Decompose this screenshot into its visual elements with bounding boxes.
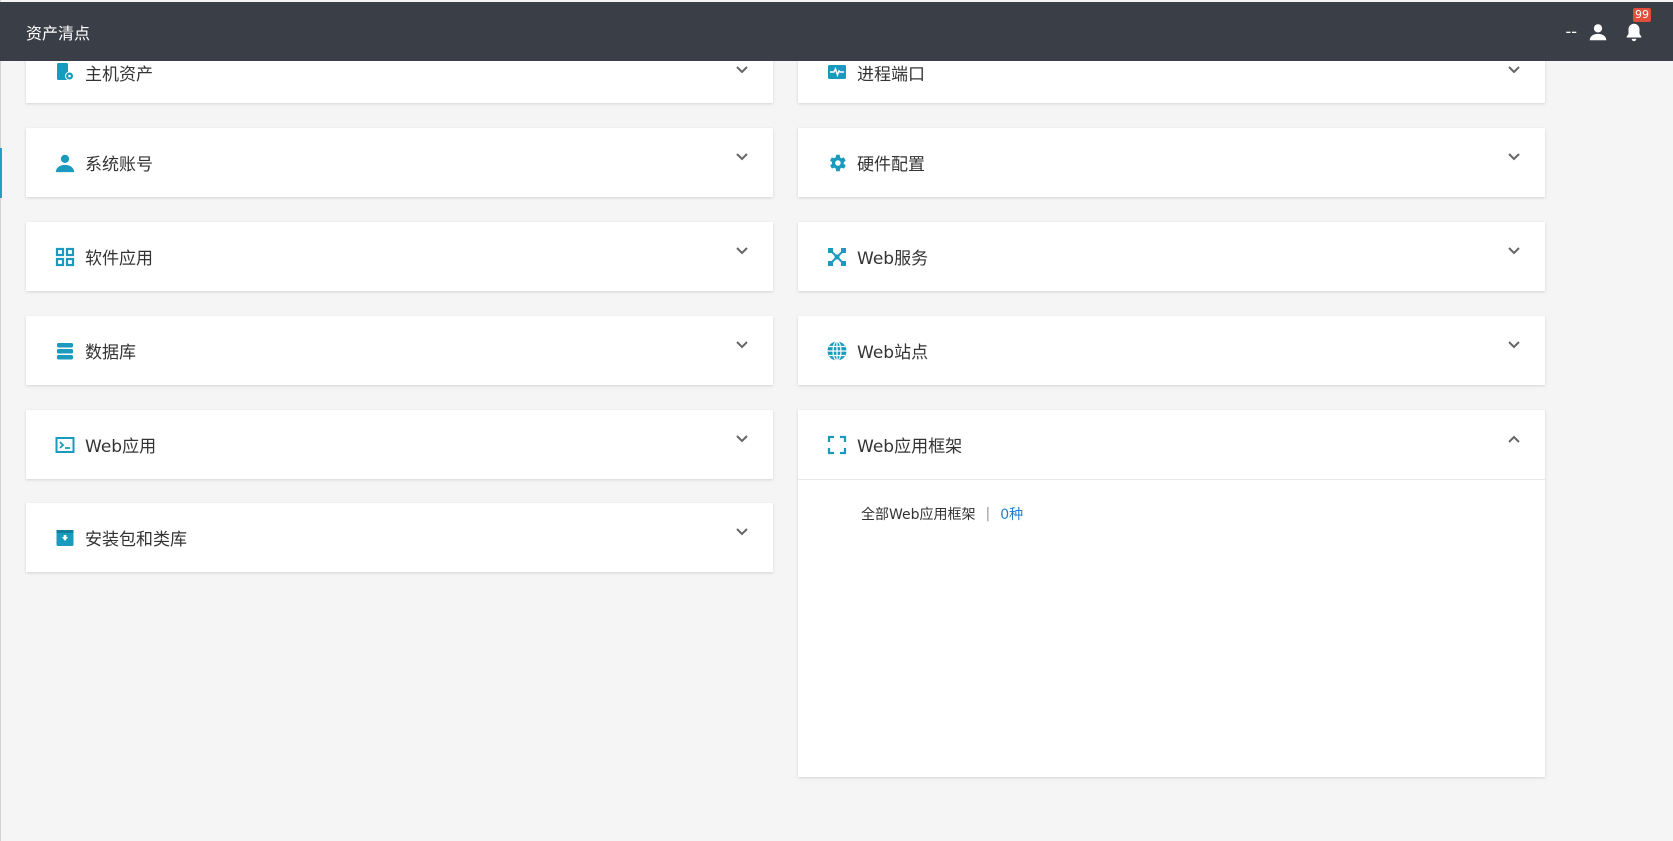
card-label: 安装包和类库	[85, 530, 187, 550]
card-software-apps[interactable]: 软件应用	[26, 222, 773, 291]
card-label: Web应用框架	[857, 437, 963, 457]
card-label: Web站点	[857, 343, 929, 363]
left-border	[0, 0, 1, 841]
notification-bell[interactable]: 99	[1623, 7, 1651, 43]
network-icon	[826, 246, 848, 268]
framework-summary: 全部Web应用框架 | 0种	[798, 480, 1545, 524]
card-web-apps[interactable]: Web应用	[26, 410, 773, 479]
card-label: 主机资产	[85, 64, 153, 85]
user-icon[interactable]	[1587, 21, 1609, 43]
card-web-sites[interactable]: Web站点	[798, 316, 1545, 385]
gear-icon	[826, 152, 848, 174]
card-label: 数据库	[85, 343, 136, 363]
framework-count-link[interactable]: 0种	[1000, 504, 1023, 524]
card-system-accounts[interactable]: 系统账号	[26, 128, 773, 197]
summary-label: 全部Web应用框架	[861, 507, 976, 523]
card-label: Web应用	[85, 437, 157, 457]
chevron-down-icon[interactable]	[735, 527, 749, 537]
chevron-down-icon[interactable]	[735, 152, 749, 162]
card-packages[interactable]: 安装包和类库	[26, 503, 773, 572]
chevron-down-icon[interactable]	[735, 65, 749, 75]
chevron-down-icon[interactable]	[1507, 152, 1521, 162]
chevron-down-icon[interactable]	[735, 340, 749, 350]
notification-badge: 99	[1633, 7, 1651, 22]
terminal-icon	[54, 434, 76, 456]
card-label: Web服务	[857, 249, 929, 269]
card-label: 软件应用	[85, 249, 153, 269]
card-web-frameworks[interactable]: Web应用框架 全部Web应用框架 | 0种	[798, 410, 1545, 777]
package-icon	[54, 527, 76, 549]
summary-separator: |	[985, 506, 991, 522]
card-label: 系统账号	[85, 155, 153, 175]
chevron-up-icon[interactable]	[1507, 434, 1521, 444]
chevron-down-icon[interactable]	[1507, 340, 1521, 350]
card-web-services[interactable]: Web服务	[798, 222, 1545, 291]
pulse-icon	[826, 61, 848, 83]
top-bar: 资产清点 -- 99	[0, 2, 1673, 61]
card-hardware-config[interactable]: 硬件配置	[798, 128, 1545, 197]
chevron-down-icon[interactable]	[1507, 246, 1521, 256]
user-name[interactable]: --	[1565, 22, 1577, 41]
frame-icon	[826, 434, 848, 456]
page-title: 资产清点	[26, 23, 91, 43]
user-icon	[54, 152, 76, 174]
bell-icon	[1626, 23, 1642, 41]
host-gear-icon	[54, 61, 76, 83]
chevron-down-icon[interactable]	[735, 246, 749, 256]
grid-icon	[54, 246, 76, 268]
globe-icon	[826, 340, 848, 362]
database-icon	[54, 340, 76, 362]
chevron-down-icon[interactable]	[735, 434, 749, 444]
card-label: 硬件配置	[857, 155, 925, 175]
side-indicator	[0, 148, 2, 198]
card-label: 进程端口	[857, 64, 925, 85]
card-database[interactable]: 数据库	[26, 316, 773, 385]
chevron-down-icon[interactable]	[1507, 65, 1521, 75]
